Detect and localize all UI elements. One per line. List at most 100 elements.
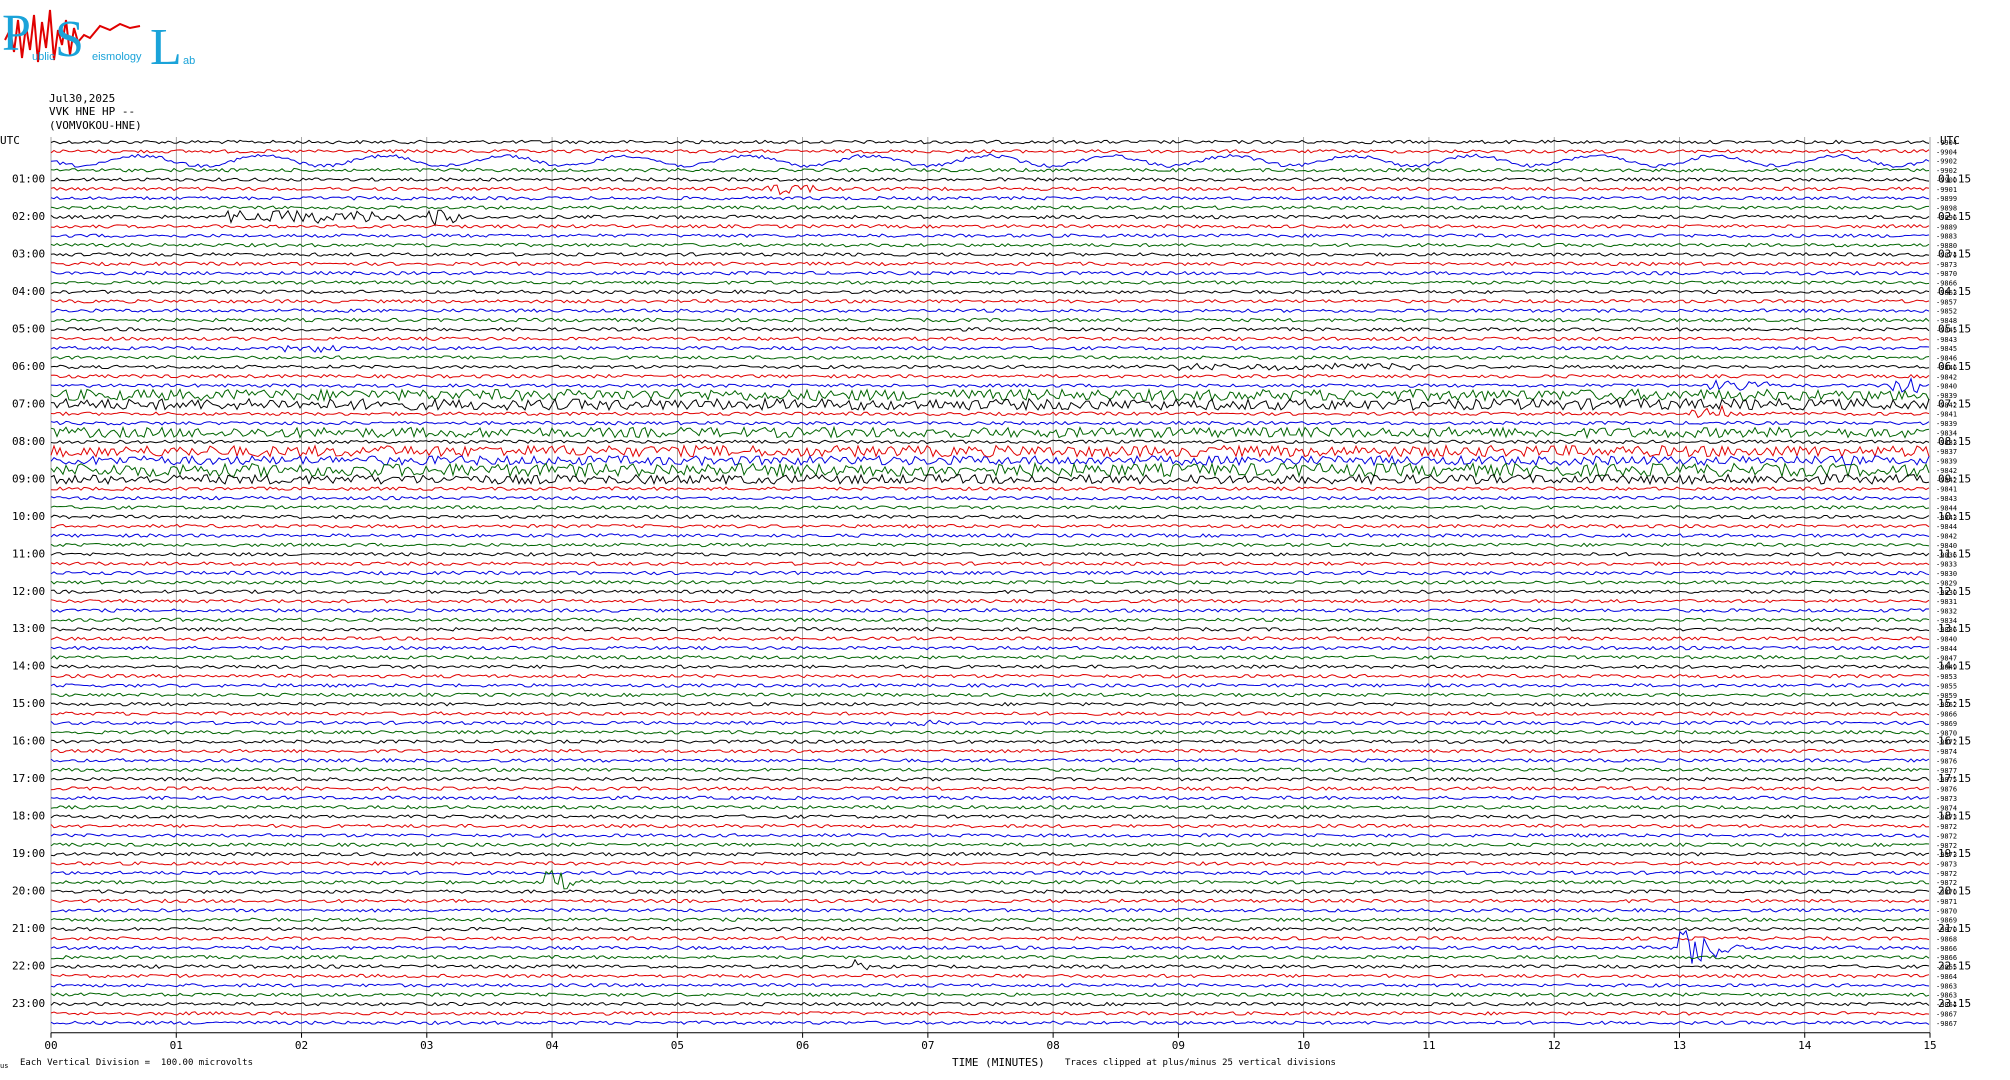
trace-line <box>50 861 1930 866</box>
left-hour-label: 11:00 <box>12 547 45 560</box>
trace-line <box>50 308 1930 314</box>
left-hour-label: 16:00 <box>12 735 45 748</box>
trace-line <box>50 929 1930 964</box>
trace-line <box>50 355 1930 360</box>
trace-line <box>50 298 1930 304</box>
trace-line <box>50 954 1930 960</box>
x-tick-label: 04 <box>545 1039 559 1052</box>
trace-line <box>50 514 1930 520</box>
corner-mark: us <box>0 1062 9 1070</box>
right-hour-label: 16:15 <box>1938 735 1971 748</box>
right-hour-label: 07:15 <box>1938 397 1971 410</box>
trace-line <box>50 195 1930 201</box>
trace-line <box>50 655 1930 660</box>
trace-line <box>50 362 1930 372</box>
trace-line <box>50 673 1930 679</box>
left-hour-label: 08:00 <box>12 435 45 448</box>
trace-line <box>50 561 1930 566</box>
trace-line <box>50 870 1930 876</box>
left-hour-label: 13:00 <box>12 622 45 635</box>
trace-offset-label: -9853 <box>1936 673 1957 681</box>
trace-line <box>50 397 1930 412</box>
trace-line <box>50 598 1930 604</box>
left-hour-label: 15:00 <box>12 697 45 710</box>
trace-offset-label: -9844 <box>1936 523 1957 531</box>
trace-line <box>50 711 1930 716</box>
x-tick-label: 14 <box>1798 1039 1812 1052</box>
trace-offset-label: -9867 <box>1936 1020 1957 1028</box>
trace-offset-label: -9843 <box>1936 495 1957 503</box>
left-hour-label: 20:00 <box>12 885 45 898</box>
right-hour-label: 06:15 <box>1938 360 1971 373</box>
trace-line <box>50 617 1930 623</box>
trace-offset-label: -9844 <box>1936 645 1957 653</box>
x-tick-label: 09 <box>1172 1039 1185 1052</box>
x-tick-label: 06 <box>796 1039 809 1052</box>
trace-offset-label: -9864 <box>1936 973 1957 981</box>
trace-line <box>50 1020 1930 1026</box>
left-hour-label: 06:00 <box>12 360 45 373</box>
trace-line <box>50 926 1930 932</box>
trace-line <box>50 936 1930 941</box>
trace-offset-label: -9889 <box>1936 223 1957 231</box>
trace-offset-label: -9841 <box>1936 411 1957 419</box>
left-hour-label: 18:00 <box>12 810 45 823</box>
trace-offset-label: -9871 <box>1936 898 1957 906</box>
right-hour-label: 04:15 <box>1938 285 1971 298</box>
x-tick-label: 12 <box>1548 1039 1561 1052</box>
trace-line <box>50 387 1930 403</box>
trace-line <box>50 767 1930 773</box>
trace-offset-label: -9843 <box>1936 336 1957 344</box>
trace-line <box>50 404 1930 419</box>
trace-offset-label: -9899 <box>1936 195 1957 203</box>
trace-offset-label: -9870 <box>1936 270 1957 278</box>
left-hour-label: 21:00 <box>12 922 45 935</box>
trace-offset-label: -9839 <box>1936 420 1957 428</box>
left-hour-label: 17:00 <box>12 772 45 785</box>
trace-line <box>50 804 1930 810</box>
right-hour-label: 20:15 <box>1938 885 1971 898</box>
trace-offset-label: -9872 <box>1936 823 1957 831</box>
trace-line <box>50 327 1930 332</box>
left-hour-label: 07:00 <box>12 397 45 410</box>
trace-line <box>50 748 1930 754</box>
trace-line <box>50 167 1930 173</box>
trace-line <box>50 261 1930 267</box>
trace-line <box>50 823 1930 829</box>
trace-line <box>50 205 1930 211</box>
trace-line <box>50 739 1930 744</box>
trace-offset-label: -9840 <box>1936 383 1957 391</box>
right-hour-label: 08:15 <box>1938 435 1971 448</box>
x-tick-label: 02 <box>295 1039 308 1052</box>
trace-offset-label: -9874 <box>1936 748 1957 756</box>
trace-line <box>50 729 1930 735</box>
trace-offset-label: -9873 <box>1936 860 1957 868</box>
trace-line <box>50 992 1930 997</box>
trace-offset-label: -9832 <box>1936 608 1957 616</box>
right-hour-label: 13:15 <box>1938 622 1971 635</box>
trace-line <box>50 973 1930 979</box>
trace-line <box>50 958 1930 971</box>
trace-line <box>50 626 1930 632</box>
trace-line <box>50 495 1930 501</box>
trace-offset-label: -9883 <box>1936 233 1957 241</box>
left-utc-label: UTC <box>0 134 20 147</box>
left-hour-label: 23:00 <box>12 997 45 1010</box>
left-hour-label: 02:00 <box>12 210 45 223</box>
trace-line <box>50 373 1930 379</box>
trace-line <box>50 551 1930 557</box>
trace-line <box>50 589 1930 595</box>
left-hour-label: 22:00 <box>12 960 45 973</box>
trace-line <box>50 289 1930 295</box>
trace-line <box>50 317 1930 323</box>
x-tick-label: 07 <box>921 1039 934 1052</box>
x-tick-label: 01 <box>170 1039 183 1052</box>
right-hour-label: 14:15 <box>1938 660 1971 673</box>
trace-offset-label: -9873 <box>1936 795 1957 803</box>
left-hour-label: 14:00 <box>12 660 45 673</box>
x-tick-label: 00 <box>44 1039 57 1052</box>
footer-scale-note: Each Vertical Division = 100.00 microvol… <box>20 1058 253 1068</box>
x-tick-label: 13 <box>1673 1039 1686 1052</box>
trace-offset-label: -9866 <box>1936 711 1957 719</box>
right-hour-label: 10:15 <box>1938 510 1971 523</box>
